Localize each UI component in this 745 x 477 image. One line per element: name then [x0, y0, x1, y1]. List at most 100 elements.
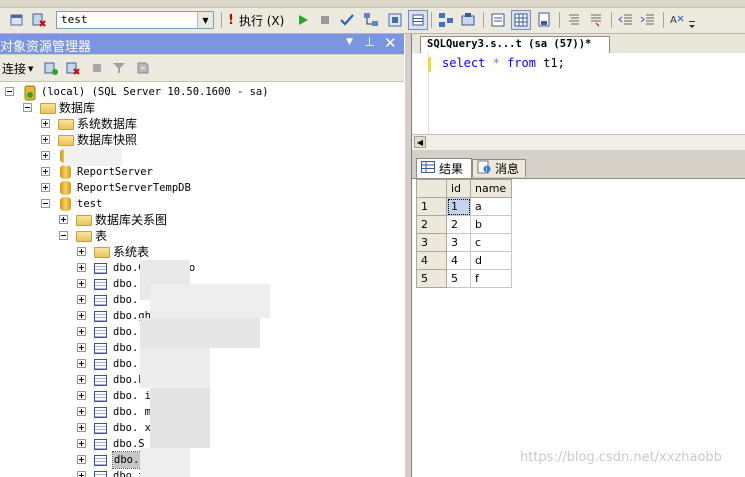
- decrease-indent-icon[interactable]: [617, 11, 635, 29]
- row-number-cell[interactable]: 3: [416, 233, 447, 252]
- query-options-icon[interactable]: [386, 11, 404, 29]
- auto-hide-pin-icon[interactable]: ⊥: [364, 35, 375, 50]
- table-icon: [94, 455, 107, 466]
- query-editor[interactable]: select * from t1;: [412, 53, 745, 134]
- expand-plus-icon[interactable]: [41, 167, 50, 176]
- expand-plus-icon[interactable]: [77, 279, 86, 288]
- row-number-cell[interactable]: 4: [416, 251, 447, 270]
- column-header-id[interactable]: id: [446, 179, 471, 198]
- expand-plus-icon[interactable]: [77, 391, 86, 400]
- query-text[interactable]: select * from t1;: [442, 55, 565, 71]
- filter-icon[interactable]: [110, 59, 128, 77]
- table-row[interactable]: 11a: [416, 197, 512, 216]
- toggle-object-explorer-icon[interactable]: [8, 11, 26, 29]
- table-row[interactable]: 55f: [416, 269, 512, 288]
- cancel-query-icon[interactable]: [316, 11, 334, 29]
- expand-plus-icon[interactable]: [41, 183, 50, 192]
- display-plan-icon[interactable]: [437, 11, 455, 29]
- column-header-name[interactable]: name: [470, 179, 512, 198]
- table-icon: [94, 423, 107, 434]
- expand-plus-icon[interactable]: [77, 423, 86, 432]
- cell-id[interactable]: 2: [446, 215, 471, 234]
- cell-name[interactable]: a: [470, 197, 512, 216]
- expand-plus-icon[interactable]: [77, 439, 86, 448]
- row-number-cell[interactable]: 5: [416, 269, 447, 288]
- cell-id[interactable]: 4: [446, 251, 471, 270]
- messages-icon: i: [477, 160, 491, 177]
- object-explorer-tree[interactable]: (local) (SQL Server 10.50.1600 - sa) 数据库系…: [0, 82, 404, 477]
- connect-object-explorer-icon[interactable]: [42, 59, 60, 77]
- cell-name[interactable]: b: [470, 215, 512, 234]
- connect-dropdown-button[interactable]: 连接 ▼: [2, 60, 33, 77]
- cell-name[interactable]: f: [470, 269, 512, 288]
- cell-name[interactable]: c: [470, 233, 512, 252]
- table-row[interactable]: 22b: [416, 215, 512, 234]
- chevron-down-icon[interactable]: ▼: [197, 12, 213, 28]
- expand-plus-icon[interactable]: [77, 263, 86, 272]
- selected-database: test: [61, 13, 88, 26]
- redacted-region: [150, 284, 270, 318]
- results-grid-area[interactable]: id name 11a22b33c44d55f: [412, 179, 745, 477]
- tab-sqlquery3[interactable]: SQLQuery3.s...t (sa (57))*: [420, 36, 610, 53]
- row-number-cell[interactable]: 2: [416, 215, 447, 234]
- specify-template-values-icon[interactable]: A: [668, 11, 686, 29]
- comment-out-icon[interactable]: [565, 11, 583, 29]
- expand-plus-icon[interactable]: [77, 375, 86, 384]
- expand-plus-icon[interactable]: [77, 311, 86, 320]
- expand-plus-icon[interactable]: [77, 407, 86, 416]
- expand-plus-icon[interactable]: [77, 471, 86, 477]
- expand-plus-icon[interactable]: [77, 455, 86, 464]
- collapse-minus-icon[interactable]: [59, 231, 68, 240]
- estimated-plan-icon[interactable]: [362, 11, 380, 29]
- include-statistics-icon[interactable]: [459, 11, 477, 29]
- cell-name[interactable]: d: [470, 251, 512, 270]
- table-row[interactable]: 44d: [416, 251, 512, 270]
- tab-messages[interactable]: i 消息: [472, 159, 526, 177]
- results-to-text-icon[interactable]: [489, 11, 507, 29]
- window-position-dropdown-icon[interactable]: ▼: [346, 37, 353, 47]
- editor-horizontal-scrollbar[interactable]: ◀: [412, 134, 745, 150]
- debug-play-icon[interactable]: [294, 11, 312, 29]
- available-databases-select[interactable]: test ▼: [56, 11, 214, 29]
- table-identifier: t1;: [543, 56, 565, 70]
- results-to-grid-icon[interactable]: [408, 10, 428, 30]
- toolbar-divider: [611, 12, 612, 28]
- object-explorer-toolbar: 连接 ▼: [0, 55, 404, 82]
- redacted-region: [140, 448, 190, 477]
- expand-plus-icon[interactable]: [41, 135, 50, 144]
- table-row[interactable]: 33c: [416, 233, 512, 252]
- row-number-cell[interactable]: 1: [416, 197, 447, 216]
- collapse-minus-icon[interactable]: [41, 199, 50, 208]
- expand-plus-icon[interactable]: [77, 327, 86, 336]
- expand-plus-icon[interactable]: [77, 359, 86, 368]
- expand-plus-icon[interactable]: [59, 215, 68, 224]
- results-to-file-icon[interactable]: [535, 11, 553, 29]
- tab-results[interactable]: 结果: [416, 158, 472, 178]
- results-grid[interactable]: id name 11a22b33c44d55f: [416, 179, 512, 288]
- results-grid-toggle-icon[interactable]: [511, 10, 531, 30]
- change-connection-icon[interactable]: [30, 11, 48, 29]
- collapse-minus-icon[interactable]: [23, 103, 32, 112]
- refresh-icon[interactable]: [134, 59, 152, 77]
- tree-item-label: 数据库: [59, 101, 96, 115]
- increase-indent-icon[interactable]: [639, 11, 657, 29]
- close-icon[interactable]: ✕: [384, 34, 397, 52]
- expand-plus-icon[interactable]: [41, 151, 50, 160]
- grid-corner-cell[interactable]: [416, 179, 447, 198]
- cell-id[interactable]: 3: [446, 233, 471, 252]
- disconnect-icon[interactable]: [64, 59, 82, 77]
- panel-splitter[interactable]: [404, 34, 412, 477]
- uncomment-icon[interactable]: [587, 11, 605, 29]
- cell-id[interactable]: 1: [446, 197, 471, 216]
- expand-plus-icon[interactable]: [77, 295, 86, 304]
- expand-plus-icon[interactable]: [77, 247, 86, 256]
- cell-id[interactable]: 5: [446, 269, 471, 288]
- parse-checkmark-icon[interactable]: [338, 11, 356, 29]
- collapse-minus-icon[interactable]: [5, 87, 14, 96]
- expand-plus-icon[interactable]: [41, 119, 50, 128]
- toolbar-overflow-icon[interactable]: [688, 14, 696, 32]
- expand-plus-icon[interactable]: [77, 343, 86, 352]
- stop-icon[interactable]: [88, 59, 106, 77]
- execute-button[interactable]: ! 执行 (X): [228, 11, 284, 29]
- scroll-left-icon[interactable]: ◀: [414, 136, 426, 148]
